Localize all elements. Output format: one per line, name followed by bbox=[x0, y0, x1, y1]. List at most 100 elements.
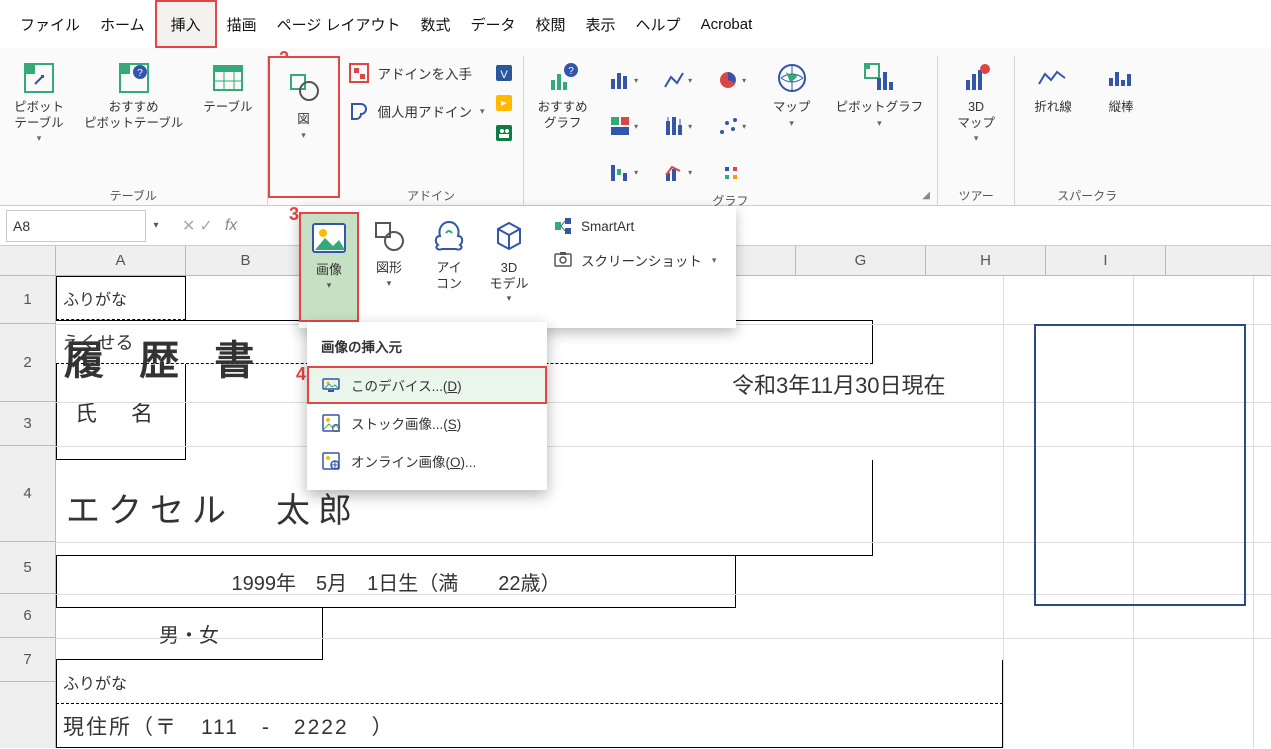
col-header-I[interactable]: I bbox=[1046, 246, 1166, 275]
statistic-chart-button[interactable]: ▾ bbox=[656, 106, 700, 146]
row-headers: 1 2 3 4 5 6 7 bbox=[0, 276, 56, 748]
resume-gender: 男・女 bbox=[56, 608, 323, 660]
ribbon-group-tables: ピボット テーブル ▾ ? おすすめ ピボットテーブル テーブル テーブル bbox=[0, 56, 268, 206]
get-addins-label: アドインを入手 bbox=[378, 63, 473, 83]
resume-furigana-label: ふりがな bbox=[56, 276, 186, 320]
col-header-H[interactable]: H bbox=[926, 246, 1046, 275]
cancel-formula-icon[interactable]: ✕ bbox=[182, 216, 195, 236]
col-header-B[interactable]: B bbox=[186, 246, 306, 275]
funnel-chart-button[interactable] bbox=[710, 152, 754, 192]
screenshot-icon bbox=[553, 250, 573, 270]
picture-from-stock[interactable]: ストック画像...(S) bbox=[307, 404, 547, 442]
picture-from-device-label: このデバイス...(D) bbox=[351, 375, 462, 395]
tab-draw[interactable]: 描画 bbox=[217, 0, 267, 48]
resume-birth: 1999年 5月 1日生（満 22歳） bbox=[56, 556, 736, 608]
table-label: テーブル bbox=[203, 100, 252, 116]
icons-button[interactable]: アイ コン bbox=[419, 212, 479, 295]
3d-models-label: 3D モデル bbox=[489, 260, 528, 291]
scatter-chart-button[interactable]: ▾ bbox=[710, 106, 754, 146]
picture-from-online[interactable]: オンライン画像(O)... bbox=[307, 442, 547, 480]
pie-chart-button[interactable]: ▾ bbox=[710, 60, 754, 100]
my-addins-button[interactable]: 個人用アドイン ▾ bbox=[348, 100, 485, 122]
charts-dialog-launcher[interactable]: ◢ bbox=[919, 188, 933, 202]
row-header-1[interactable]: 1 bbox=[0, 276, 55, 324]
row-header-5[interactable]: 5 bbox=[0, 542, 55, 594]
picture-source-header: 画像の挿入元 bbox=[307, 330, 547, 366]
pivot-chart-icon bbox=[861, 60, 897, 96]
bing-icon[interactable] bbox=[493, 92, 515, 114]
recommended-charts-button[interactable]: ? おすすめ グラフ bbox=[532, 56, 594, 135]
row-header-6[interactable]: 6 bbox=[0, 594, 55, 638]
illustrations-button[interactable]: 図 ▾ bbox=[268, 56, 340, 198]
pivot-chart-button[interactable]: ピボットグラフ ▾ bbox=[830, 56, 930, 133]
ribbon: ピボット テーブル ▾ ? おすすめ ピボットテーブル テーブル テーブル bbox=[0, 48, 1271, 206]
tab-review[interactable]: 校閲 bbox=[526, 0, 576, 48]
3d-map-button[interactable]: 3D マップ ▾ bbox=[946, 56, 1006, 148]
tab-formulas[interactable]: 数式 bbox=[410, 0, 460, 48]
shapes-button[interactable]: 図形 ▾ bbox=[359, 212, 419, 293]
hierarchy-chart-button[interactable]: ▾ bbox=[602, 106, 646, 146]
tab-help[interactable]: ヘルプ bbox=[626, 0, 691, 48]
get-addins-button[interactable]: アドインを入手 bbox=[348, 62, 485, 84]
tab-data[interactable]: データ bbox=[461, 0, 526, 48]
recommended-charts-icon: ? bbox=[545, 60, 581, 96]
smartart-icon bbox=[553, 216, 573, 236]
col-header-G[interactable]: G bbox=[796, 246, 926, 275]
icons-icon bbox=[429, 216, 469, 256]
waterfall-chart-button[interactable]: ▾ bbox=[602, 152, 646, 192]
picture-from-device[interactable]: このデバイス...(D) bbox=[307, 366, 547, 404]
ribbon-group-addins: アドインを入手 個人用アドイン ▾ V アドイン bbox=[340, 56, 524, 206]
screenshot-button[interactable]: スクリーンショット ▾ bbox=[553, 250, 716, 270]
pivot-table-button[interactable]: ピボット テーブル ▾ bbox=[8, 56, 70, 148]
recommended-charts-label: おすすめ グラフ bbox=[538, 100, 588, 131]
recommended-pivot-button[interactable]: ? おすすめ ピボットテーブル bbox=[78, 56, 189, 135]
chevron-down-icon: ▾ bbox=[877, 118, 882, 129]
row-header-4[interactable]: 4 bbox=[0, 446, 55, 542]
people-graph-icon[interactable] bbox=[493, 122, 515, 144]
my-addins-label: 個人用アドイン bbox=[378, 101, 473, 121]
resume-photo-frame bbox=[1034, 324, 1246, 606]
line-chart-button[interactable]: ▾ bbox=[656, 60, 700, 100]
stock-images-icon bbox=[321, 413, 341, 433]
tab-view[interactable]: 表示 bbox=[576, 0, 626, 48]
picture-icon bbox=[309, 218, 349, 258]
fx-icon[interactable]: fx bbox=[225, 217, 237, 235]
tab-home[interactable]: ホーム bbox=[90, 0, 155, 48]
select-all-corner[interactable] bbox=[0, 246, 56, 275]
column-chart-button[interactable]: ▾ bbox=[602, 60, 646, 100]
tab-pagelayout[interactable]: ページ レイアウト bbox=[267, 0, 411, 48]
maps-button[interactable]: マップ ▾ bbox=[762, 56, 822, 133]
name-box-dropdown[interactable]: ▾ bbox=[146, 220, 166, 231]
ribbon-group-charts: ? おすすめ グラフ ▾ ▾ ▾ ▾ ▾ ▾ ▾ ▾ マップ ▾ bbox=[524, 56, 939, 206]
tab-insert[interactable]: 挿入 bbox=[155, 0, 217, 48]
ribbon-group-sparklines: 折れ線 縦棒 スパークラ bbox=[1015, 56, 1159, 206]
visio-icon[interactable]: V bbox=[493, 62, 515, 84]
chevron-down-icon: ▾ bbox=[301, 130, 306, 141]
combo-chart-button[interactable]: ▾ bbox=[656, 152, 700, 192]
row-header-3[interactable]: 3 bbox=[0, 402, 55, 446]
smartart-button[interactable]: SmartArt bbox=[553, 216, 716, 236]
resume-date: 令和3年11月30日現在 bbox=[732, 368, 946, 400]
insert-picture-button[interactable]: 画像 ▾ bbox=[299, 212, 359, 322]
3d-map-icon bbox=[958, 60, 994, 96]
chevron-down-icon: ▾ bbox=[37, 133, 42, 144]
table-button[interactable]: テーブル bbox=[197, 56, 258, 120]
tab-file[interactable]: ファイル bbox=[10, 0, 90, 48]
picture-source-menu: 画像の挿入元 このデバイス...(D) ストック画像...(S) オンライン画像… bbox=[307, 322, 547, 490]
tab-acrobat[interactable]: Acrobat bbox=[691, 2, 763, 46]
shapes-icon bbox=[369, 216, 409, 256]
row-header-7[interactable]: 7 bbox=[0, 638, 55, 682]
sparkline-line-icon bbox=[1035, 60, 1071, 96]
row-header-2[interactable]: 2 bbox=[0, 324, 55, 402]
col-header-A[interactable]: A bbox=[56, 246, 186, 275]
recommended-pivot-icon: ? bbox=[116, 60, 152, 96]
sparkline-line-button[interactable]: 折れ線 bbox=[1023, 56, 1083, 120]
3d-models-button[interactable]: 3D モデル ▾ bbox=[479, 212, 539, 308]
sparkline-column-button[interactable]: 縦棒 bbox=[1091, 56, 1151, 120]
recommended-pivot-label: おすすめ ピボットテーブル bbox=[84, 100, 183, 131]
svg-text:V: V bbox=[500, 69, 508, 81]
3d-models-icon bbox=[489, 216, 529, 256]
sheet-canvas[interactable]: 履 歴 書 令和3年11月30日現在 ふりがな えくせる 氏 名 エクセル 太郎… bbox=[56, 276, 1271, 748]
enter-formula-icon[interactable]: ✓ bbox=[199, 216, 212, 236]
name-box[interactable]: A8 bbox=[6, 210, 146, 242]
